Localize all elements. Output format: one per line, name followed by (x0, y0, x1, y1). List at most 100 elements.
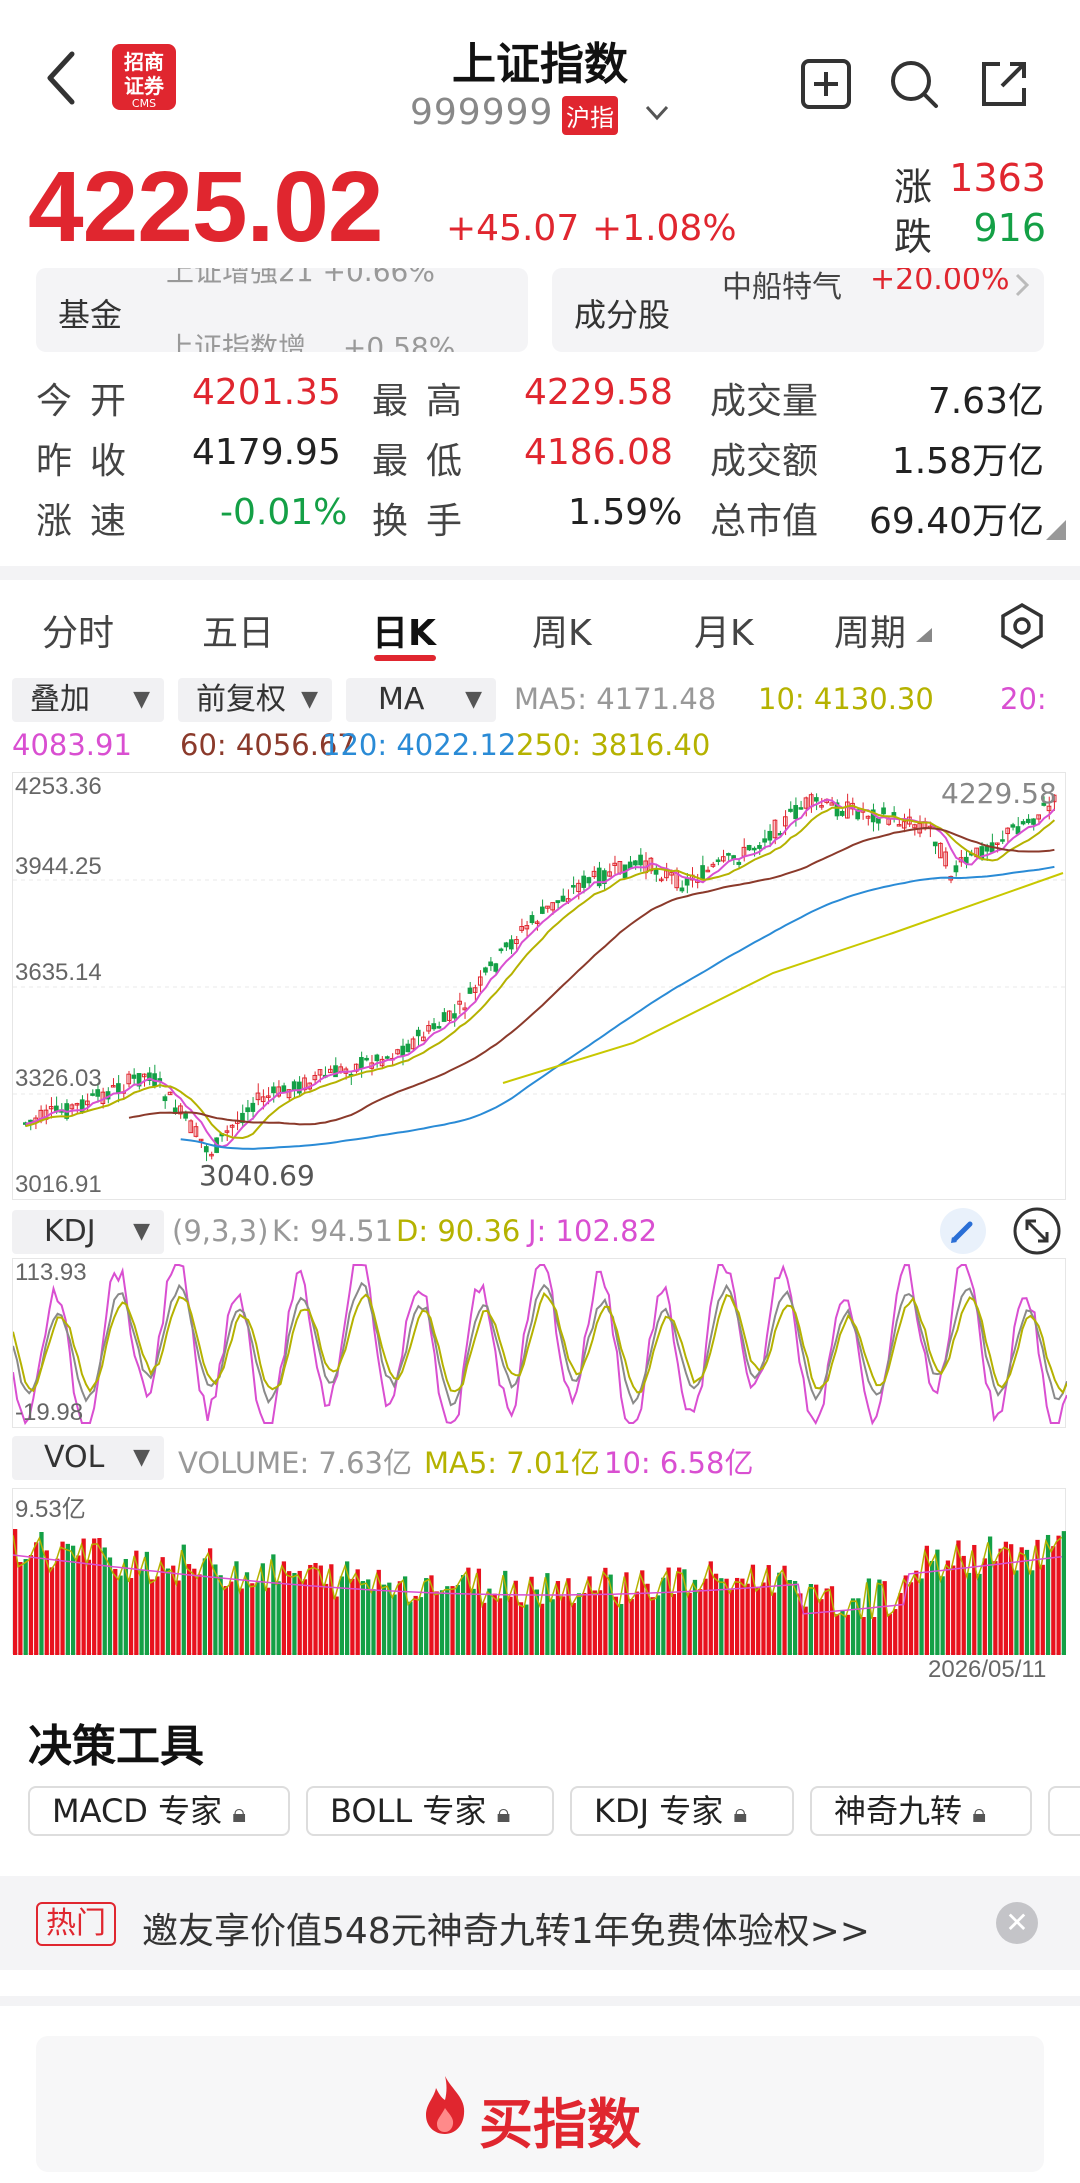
fullscreen-icon[interactable] (1012, 1206, 1062, 1256)
close-icon[interactable]: ✕ (996, 1902, 1038, 1944)
adjust-select-label: 前复权 (196, 682, 286, 717)
decision-tools-title: 决策工具 (28, 1721, 204, 1772)
tool-chip-kdj[interactable]: KDJ 专家 🔒︎ (570, 1786, 794, 1836)
chart-high-marker: 4229.58 (941, 777, 1057, 810)
tool-chip-label: KDJ 专家 (594, 1792, 724, 1830)
low-value: 4186.08 (524, 432, 673, 473)
y-axis-max: 4253.36 (15, 773, 102, 800)
price-change: +45.07 (446, 208, 580, 249)
tab-intraday[interactable]: 分时 (42, 604, 114, 656)
component-stock: 中船特气 (722, 270, 842, 305)
index-code[interactable]: 999999 (410, 92, 553, 133)
amount-label: 成交额 (710, 441, 819, 482)
dropdown-arrow-icon: ▼ (301, 687, 318, 712)
ma20-value: 4083.91 (12, 728, 132, 762)
tool-chip-macd[interactable]: MACD 专家 🔒︎ (28, 1786, 290, 1836)
advancers-count: 1363 (949, 156, 1046, 200)
kline-canvas (13, 792, 1067, 1162)
dropdown-arrow-icon: ▼ (133, 1445, 150, 1470)
buy-index-button[interactable]: 买指数 (36, 2036, 1044, 2172)
vol-select[interactable]: VOL ▼ (12, 1436, 164, 1480)
speed-label: 涨速 (36, 501, 145, 542)
fund-card[interactable]: 上证增强21 +0.66% 基金 上证指数增… +0.58% (36, 268, 528, 352)
add-watchlist-icon[interactable] (798, 56, 854, 112)
open-value: 4201.35 (192, 372, 341, 413)
high-label: 最高 (372, 381, 481, 422)
high-value: 4229.58 (524, 372, 673, 413)
adjust-select[interactable]: 前复权 ▼ (178, 678, 332, 722)
buy-index-label: 买指数 (479, 2093, 641, 2156)
search-icon[interactable] (886, 56, 942, 112)
mktcap-value: 69.40万亿 (868, 501, 1044, 542)
dropdown-arrow-icon: ▼ (465, 687, 482, 712)
open-label: 今开 (36, 381, 145, 422)
volume-chart[interactable]: 9.53亿 (12, 1488, 1066, 1655)
vol-ma5: MA5: 7.01亿 (424, 1446, 600, 1480)
tool-chip-label: MACD 专家 (52, 1792, 223, 1830)
ma20-label: 20: (1000, 682, 1047, 716)
vol-ma10: 10: 6.58亿 (604, 1446, 754, 1480)
period-dropdown-icon (916, 628, 932, 642)
volume-canvas (13, 1529, 1066, 1655)
section-divider (0, 1996, 1080, 2006)
low-label: 最低 (372, 441, 481, 482)
lock-icon: 🔒︎ (496, 1799, 511, 1829)
tab-weekly-k[interactable]: 周K (532, 604, 592, 656)
ma120-value: 120: 4022.12 (322, 728, 517, 762)
promo-text[interactable]: 邀友享价值548元神奇九转1年免费体验权>> (142, 1902, 870, 1954)
chevron-down-icon[interactable] (642, 98, 672, 128)
overlay-select[interactable]: 叠加 ▼ (12, 678, 164, 722)
component-card[interactable]: 成分股 中船特气 +20.00% (552, 268, 1044, 352)
tab-five-day[interactable]: 五日 (202, 604, 274, 656)
price-change-pct: +1.08% (592, 208, 737, 249)
ma10-value: 10: 4130.30 (758, 682, 934, 716)
kdj-y-top: 113.93 (15, 1259, 87, 1286)
kdj-select-label: KDJ (44, 1214, 96, 1249)
tool-chip-nine[interactable]: 神奇九转 🔒︎ (810, 1786, 1032, 1836)
chart-last-date: 2026/05/11 (928, 1656, 1047, 1683)
indicator-select[interactable]: MA ▼ (346, 678, 496, 722)
expand-corner-icon[interactable] (1046, 520, 1066, 540)
kdj-y-bottom: -19.98 (15, 1399, 84, 1426)
kdj-chart[interactable]: 113.93 -19.98 (12, 1258, 1067, 1428)
section-divider (0, 566, 1080, 580)
volume-label: 成交量 (710, 381, 819, 422)
market-tag: 沪指 (562, 96, 618, 135)
kdj-d: D: 90.36 (396, 1214, 521, 1248)
settings-hex-icon[interactable] (998, 602, 1046, 650)
kline-chart[interactable]: 4253.36 3944.25 3635.14 3326.03 3016.91 … (12, 772, 1067, 1200)
tool-chip-more[interactable] (1048, 1786, 1080, 1836)
prev-close-value: 4179.95 (192, 432, 341, 473)
ma5-value: MA5: 4171.48 (514, 682, 717, 716)
share-icon[interactable] (976, 56, 1032, 112)
volume-value: 7.63亿 (927, 381, 1044, 422)
fund-ghost-bottom: 上证指数增… +0.58% (166, 331, 456, 352)
tab-monthly-k[interactable]: 月K (694, 604, 754, 656)
prev-close-label: 昨收 (36, 441, 145, 482)
fund-ghost-top: 上证增强21 +0.66% (166, 268, 435, 288)
tab-daily-k[interactable]: 日K (372, 604, 436, 656)
vol-select-label: VOL (44, 1440, 105, 1475)
speed-value: -0.01% (220, 492, 348, 533)
edit-indicator-button[interactable] (940, 1208, 986, 1254)
y-axis-3: 3635.14 (15, 959, 102, 986)
kdj-params: (9,3,3) (172, 1214, 269, 1248)
vol-y-top: 9.53亿 (15, 1496, 86, 1523)
component-pct: +20.00% (870, 268, 1010, 297)
last-price: 4225.02 (28, 151, 383, 263)
kdj-k: K: 94.51 (272, 1214, 394, 1248)
kdj-select[interactable]: KDJ ▼ (12, 1210, 164, 1254)
fund-label: 基金 (58, 296, 123, 334)
tool-chip-boll[interactable]: BOLL 专家 🔒︎ (306, 1786, 554, 1836)
y-axis-min: 3016.91 (15, 1171, 102, 1198)
dropdown-arrow-icon: ▼ (133, 1219, 150, 1244)
logo-sub: CMS (131, 97, 157, 110)
y-axis-2: 3944.25 (15, 853, 102, 880)
tool-chip-label: 神奇九转 (834, 1792, 963, 1830)
tool-chip-label: BOLL 专家 (330, 1792, 487, 1830)
amount-value: 1.58万亿 (891, 441, 1044, 482)
active-tab-indicator (374, 655, 436, 661)
lock-icon: 🔒︎ (232, 1799, 247, 1829)
tab-period[interactable]: 周期 (834, 604, 906, 656)
turnover-label: 换手 (372, 501, 481, 542)
